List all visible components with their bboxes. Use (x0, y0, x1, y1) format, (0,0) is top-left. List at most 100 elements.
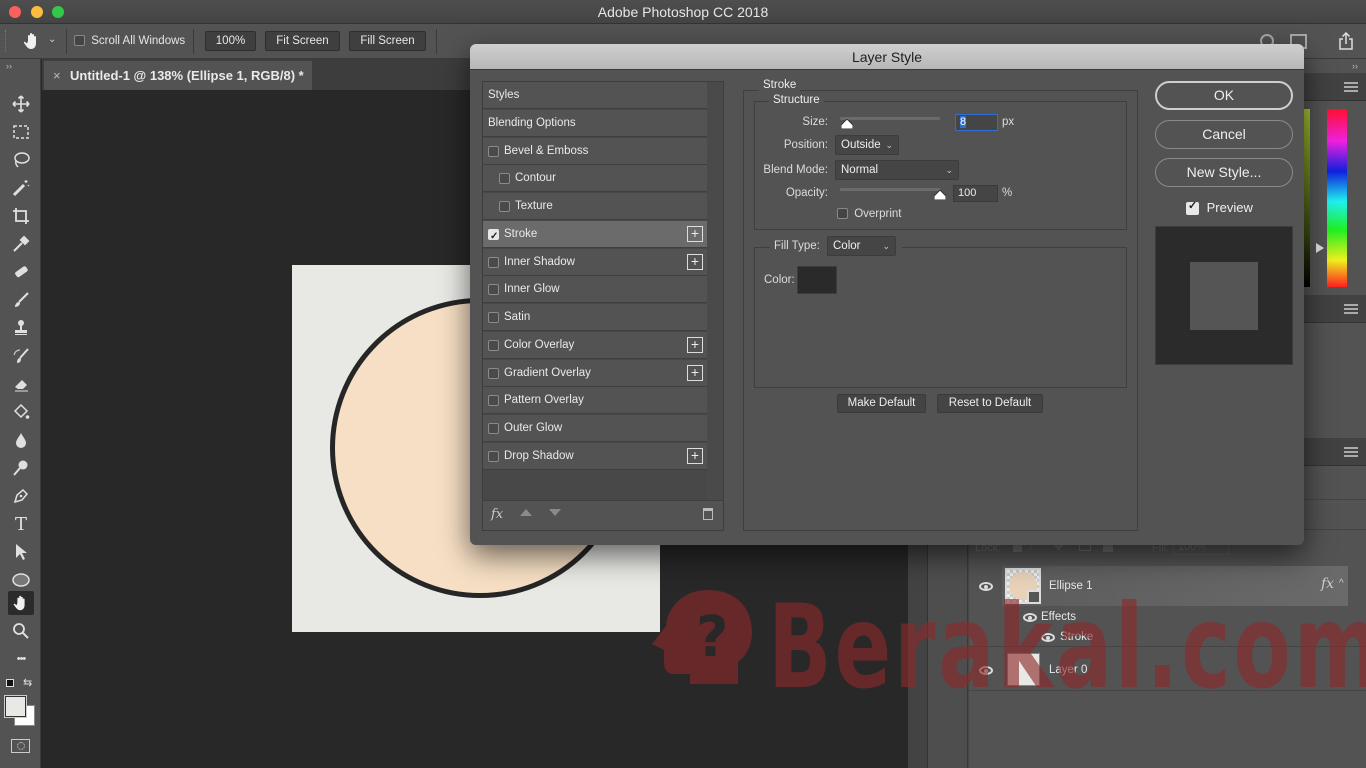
style-checkbox[interactable] (488, 284, 499, 296)
style-checkbox[interactable] (488, 423, 499, 434)
preview-checkbox[interactable]: ✓ Preview (1186, 200, 1253, 216)
fx-icon[interactable]: fx (491, 507, 503, 522)
fit-screen-button[interactable]: Fit Screen (265, 31, 340, 51)
styles-list-scrollbar[interactable] (707, 82, 723, 500)
fx-indicator-icon[interactable]: fx (1321, 576, 1334, 592)
effects-row[interactable]: Effects (969, 607, 1366, 627)
move-down-icon[interactable] (549, 509, 561, 516)
style-checkbox[interactable] (488, 395, 499, 407)
style-item-gradient-overlay[interactable]: Gradient Overlay + (483, 359, 707, 387)
add-effect-instance-icon[interactable]: + (687, 225, 703, 242)
type-tool-icon[interactable]: T (8, 512, 34, 536)
pen-tool-icon[interactable] (8, 484, 34, 508)
style-item-styles[interactable]: Styles (483, 82, 707, 109)
scroll-all-windows-checkbox[interactable]: Scroll All Windows (74, 35, 185, 47)
collapse-toolbar-icon[interactable]: ›› (6, 61, 12, 71)
opacity-input[interactable]: 100 (953, 185, 998, 202)
style-item-inner-glow[interactable]: Inner Glow (483, 276, 707, 304)
style-checkbox[interactable] (488, 223, 499, 250)
size-input[interactable]: 8 (955, 114, 998, 131)
hue-slider[interactable] (1327, 109, 1347, 287)
style-item-color-overlay[interactable]: Color Overlay + (483, 331, 707, 359)
style-checkbox[interactable] (488, 367, 499, 379)
marquee-tool-icon[interactable] (8, 120, 34, 144)
add-effect-instance-icon[interactable]: + (687, 364, 703, 381)
eyedropper-tool-icon[interactable] (8, 232, 34, 256)
zoom-tool-icon[interactable] (8, 619, 34, 643)
style-item-stroke[interactable]: Stroke + (483, 220, 707, 250)
layer-thumbnail[interactable] (1005, 568, 1041, 604)
style-item-texture[interactable]: Texture (483, 193, 707, 220)
crop-tool-icon[interactable] (8, 204, 34, 228)
paint-bucket-tool-icon[interactable] (8, 400, 34, 424)
style-checkbox[interactable] (488, 256, 499, 268)
hand-tool-icon[interactable] (8, 591, 34, 615)
visibility-eye-icon[interactable] (979, 582, 993, 591)
size-slider-track[interactable] (840, 117, 940, 120)
document-tab[interactable]: × Untitled-1 @ 138% (Ellipse 1, RGB/8) * (44, 61, 312, 90)
color-saturation-strip[interactable] (1303, 109, 1310, 287)
visibility-eye-icon[interactable] (979, 666, 993, 675)
opacity-slider-track[interactable] (840, 188, 940, 191)
make-default-button[interactable]: Make Default (837, 394, 926, 413)
options-bar-grip[interactable] (5, 30, 8, 52)
more-tools-icon[interactable]: ••• (8, 647, 34, 671)
add-effect-instance-icon[interactable]: + (687, 447, 703, 464)
add-effect-instance-icon[interactable]: + (687, 253, 703, 270)
overprint-checkbox[interactable]: Overprint (837, 208, 902, 220)
share-icon[interactable] (1338, 31, 1354, 50)
hue-slider-handle[interactable] (1316, 243, 1324, 253)
stroke-effect-eye-icon[interactable] (1041, 633, 1055, 642)
layer-name[interactable]: Layer 0 (1049, 664, 1087, 676)
trash-icon[interactable] (703, 508, 713, 520)
zoom-100-button[interactable]: 100% (205, 31, 256, 51)
tool-preset-chevron-icon[interactable]: ⌄ (48, 34, 56, 45)
layer-name[interactable]: Ellipse 1 (1049, 580, 1092, 592)
style-checkbox[interactable] (499, 201, 510, 212)
healing-brush-tool-icon[interactable] (8, 260, 34, 284)
brush-tool-icon[interactable] (8, 288, 34, 312)
swap-colors-icon[interactable]: ⇆ (23, 676, 32, 689)
style-checkbox[interactable] (488, 312, 499, 323)
stroke-color-swatch[interactable] (797, 266, 837, 294)
panel-menu-icon[interactable] (1344, 447, 1358, 457)
close-document-icon[interactable]: × (53, 61, 61, 90)
reset-to-default-button[interactable]: Reset to Default (937, 394, 1043, 413)
hand-icon[interactable] (22, 31, 44, 53)
cancel-button[interactable]: Cancel (1155, 120, 1293, 149)
add-effect-instance-icon[interactable]: + (687, 336, 703, 353)
layer-row-ellipse-1[interactable]: Ellipse 1 fx ^ (969, 566, 1366, 606)
blend-mode-select[interactable]: Normal ⌄ (835, 160, 959, 180)
lasso-tool-icon[interactable] (8, 148, 34, 172)
effect-stroke-row[interactable]: Stroke (969, 627, 1366, 647)
default-colors-icon[interactable] (6, 679, 14, 687)
position-select[interactable]: Outside ⌄ (835, 135, 899, 155)
history-brush-tool-icon[interactable] (8, 344, 34, 368)
clone-stamp-tool-icon[interactable] (8, 316, 34, 340)
effects-visibility-eye-icon[interactable] (1023, 613, 1037, 622)
size-slider-handle[interactable] (841, 119, 853, 129)
eraser-tool-icon[interactable] (8, 372, 34, 396)
style-item-inner-shadow[interactable]: Inner Shadow + (483, 248, 707, 276)
collapse-effects-chevron-icon[interactable]: ^ (1339, 578, 1344, 589)
style-item-satin[interactable]: Satin (483, 304, 707, 331)
style-checkbox[interactable] (488, 145, 499, 157)
foreground-color-swatch[interactable] (4, 695, 27, 718)
fill-type-select[interactable]: Color ⌄ (827, 236, 896, 256)
collapse-panels-icon[interactable]: ›› (1352, 61, 1358, 71)
style-item-outer-glow[interactable]: Outer Glow (483, 415, 707, 442)
move-up-icon[interactable] (520, 509, 532, 516)
panel-menu-icon[interactable] (1344, 82, 1358, 92)
style-item-pattern-overlay[interactable]: Pattern Overlay (483, 387, 707, 415)
style-checkbox[interactable] (499, 173, 510, 185)
opacity-slider-handle[interactable] (934, 190, 946, 200)
path-selection-tool-icon[interactable] (8, 540, 34, 564)
dialog-title[interactable]: Layer Style (470, 44, 1304, 70)
style-checkbox[interactable] (488, 450, 499, 462)
fill-screen-button[interactable]: Fill Screen (349, 31, 426, 51)
quick-mask-icon[interactable] (11, 739, 30, 753)
ok-button[interactable]: OK (1155, 81, 1293, 110)
style-item-blending-options[interactable]: Blending Options (483, 109, 707, 137)
dodge-tool-icon[interactable] (8, 456, 34, 480)
move-tool-icon[interactable] (8, 92, 34, 116)
